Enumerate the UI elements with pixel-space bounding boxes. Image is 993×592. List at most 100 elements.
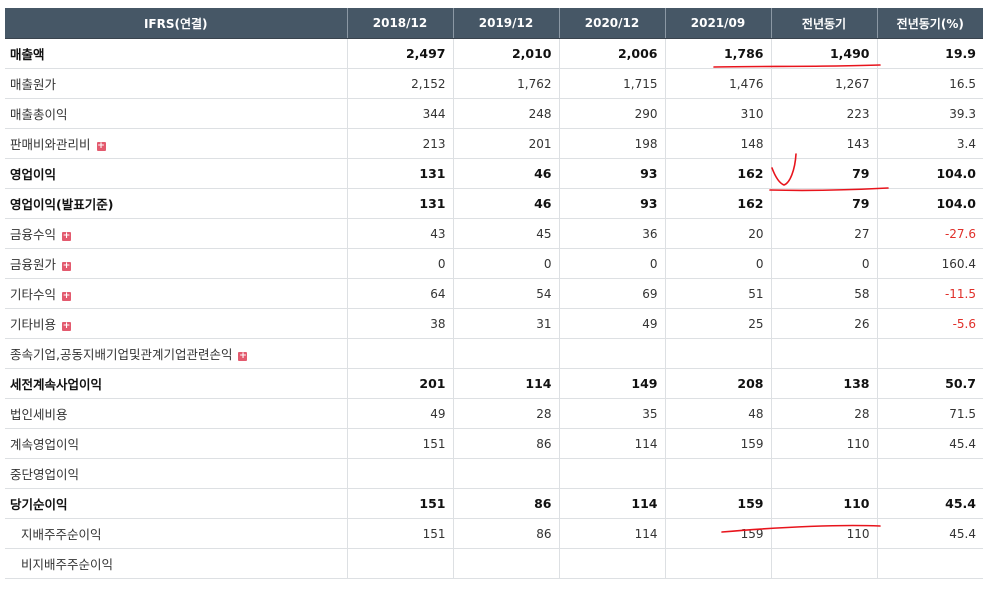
table-cell: 45.4 (876, 428, 983, 459)
plus-icon[interactable]: + (62, 292, 72, 301)
table-cell (770, 458, 877, 489)
row-label-text: 법인세비용 (10, 407, 68, 422)
table-cell: -5.6 (876, 308, 983, 339)
table-cell: 213 (346, 128, 453, 159)
table-cell: 159 (664, 428, 771, 459)
plus-icon[interactable]: + (238, 352, 248, 361)
table-cell: 290 (558, 98, 665, 129)
table-cell: 28 (770, 398, 877, 429)
table-cell: 45.4 (876, 488, 983, 519)
table-cell: 25 (664, 308, 771, 339)
table-row: 당기순이익 151 86 114 159 110 45.4 (5, 488, 983, 519)
table-cell: 71.5 (876, 398, 983, 429)
table-cell (876, 548, 983, 579)
table-cell (876, 338, 983, 369)
income-statement: IFRS(연결) 2018/12 2019/12 2020/12 2021/09… (5, 8, 983, 579)
row-label: 비지배주주순이익 (5, 548, 347, 579)
table-cell: 148 (664, 128, 771, 159)
table-cell: 16.5 (876, 68, 983, 99)
table-cell: 201 (346, 368, 453, 399)
row-label: 기타수익 + (5, 278, 347, 309)
table-cell (876, 458, 983, 489)
row-label-text: 매출원가 (10, 77, 57, 92)
table-cell (558, 338, 665, 369)
table-cell: 45.4 (876, 518, 983, 549)
table-cell: 114 (558, 428, 665, 459)
header-2018: 2018/12 (347, 8, 454, 39)
header-2019: 2019/12 (453, 8, 560, 39)
table-cell: 3.4 (876, 128, 983, 159)
table-cell (346, 458, 453, 489)
row-label-text: 기타비용 (10, 317, 57, 332)
table-cell: 0 (452, 248, 559, 279)
table-cell (452, 338, 559, 369)
table-row: 금융원가 +0 0 0 0 0 160.4 (5, 248, 983, 279)
table-row: 매출액 2,497 2,010 2,006 1,786 1,490 19.9 (5, 38, 983, 69)
table-row: 매출원가 2,152 1,762 1,715 1,476 1,267 16.5 (5, 68, 983, 99)
table-cell (452, 458, 559, 489)
table-cell: 50.7 (876, 368, 983, 399)
table-cell: 143 (770, 128, 877, 159)
table-cell: 39.3 (876, 98, 983, 129)
table-cell: 149 (558, 368, 665, 399)
table-cell (346, 338, 453, 369)
row-label-text: 영업이익(발표기준) (10, 197, 114, 212)
table-row: 영업이익(발표기준) 131 46 93 162 79 104.0 (5, 188, 983, 219)
table-row: 세전계속사업이익 201 114 149 208 138 50.7 (5, 368, 983, 399)
table-cell: 20 (664, 218, 771, 249)
table-row: 기타수익 +64 54 69 51 58 -11.5 (5, 278, 983, 309)
table-cell: 49 (346, 398, 453, 429)
table-cell (664, 338, 771, 369)
row-label: 종속기업,공동지배기업및관계기업관련손익 + (5, 338, 347, 369)
row-label-text: 세전계속사업이익 (10, 377, 103, 392)
table-cell: 1,715 (558, 68, 665, 99)
header-prev-period: 전년동기 (771, 8, 878, 39)
plus-icon[interactable]: + (62, 232, 72, 241)
table-cell: 104.0 (876, 158, 983, 189)
table-cell: 131 (346, 158, 453, 189)
table-cell (346, 548, 453, 579)
table-cell: 208 (664, 368, 771, 399)
table-cell: 2,152 (346, 68, 453, 99)
header-2020: 2020/12 (559, 8, 666, 39)
row-label-text: 당기순이익 (10, 497, 68, 512)
table-cell: 64 (346, 278, 453, 309)
table-cell: 86 (452, 518, 559, 549)
table-cell: -27.6 (876, 218, 983, 249)
row-label-text: 영업이익 (10, 167, 57, 182)
table-cell: 93 (558, 158, 665, 189)
table-cell: 110 (770, 428, 877, 459)
row-label: 기타비용 + (5, 308, 347, 339)
table-cell (770, 338, 877, 369)
table-cell: 248 (452, 98, 559, 129)
table-cell (664, 548, 771, 579)
table-cell: 162 (664, 158, 771, 189)
table-row: 종속기업,공동지배기업및관계기업관련손익 + (5, 338, 983, 369)
table-cell: -11.5 (876, 278, 983, 309)
table-cell: 310 (664, 98, 771, 129)
table-cell: 151 (346, 518, 453, 549)
table-cell: 2,010 (452, 38, 559, 69)
table-cell: 46 (452, 158, 559, 189)
row-label: 매출액 (5, 38, 347, 69)
plus-icon[interactable]: + (96, 142, 106, 151)
table-cell: 86 (452, 428, 559, 459)
table-row: 지배주주순이익 151 86 114 159 110 45.4 (5, 518, 983, 549)
table-cell: 48 (664, 398, 771, 429)
plus-icon[interactable]: + (62, 262, 72, 271)
table-cell (664, 458, 771, 489)
row-label: 영업이익(발표기준) (5, 188, 347, 219)
plus-icon[interactable]: + (62, 322, 72, 331)
row-label-text: 비지배주주순이익 (21, 557, 114, 572)
table-cell: 344 (346, 98, 453, 129)
table-cell: 114 (452, 368, 559, 399)
row-label: 세전계속사업이익 (5, 368, 347, 399)
table-cell: 160.4 (876, 248, 983, 279)
row-label: 법인세비용 (5, 398, 347, 429)
row-label: 금융원가 + (5, 248, 347, 279)
row-label: 영업이익 (5, 158, 347, 189)
table-cell: 51 (664, 278, 771, 309)
table-cell: 43 (346, 218, 453, 249)
table-cell: 79 (770, 158, 877, 189)
row-label-text: 판매비와관리비 (10, 137, 91, 152)
